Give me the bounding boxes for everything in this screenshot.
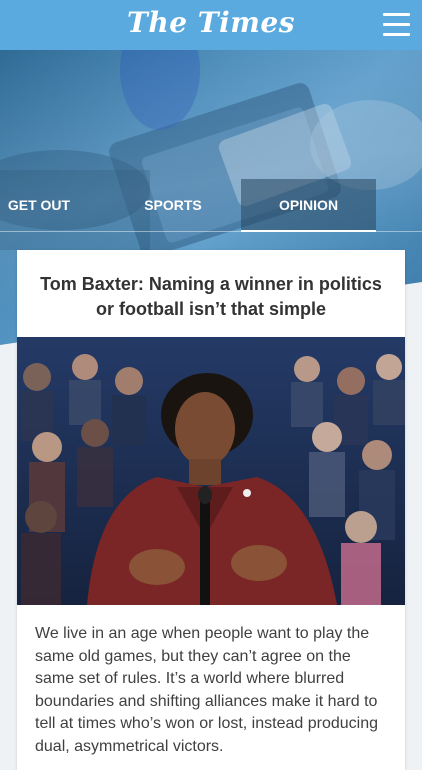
tab-sports[interactable]: SPORTS	[130, 179, 216, 232]
article-excerpt: We live in an age when people want to pl…	[35, 625, 378, 755]
article-photo[interactable]	[17, 337, 405, 605]
app-header: The Times	[0, 0, 422, 50]
tab-get-out[interactable]: GET OUT	[0, 179, 78, 232]
section-tabs: GET OUT SPORTS OPINION	[0, 179, 422, 232]
article-card[interactable]: Tom Baxter: Naming a winner in politics …	[17, 250, 405, 770]
article-title[interactable]: Tom Baxter: Naming a winner in politics …	[17, 250, 405, 338]
speaker-image	[17, 337, 405, 605]
app-logo[interactable]: The Times	[0, 6, 422, 39]
tab-opinion[interactable]: OPINION	[241, 179, 376, 232]
hamburger-menu-icon[interactable]	[383, 13, 410, 37]
